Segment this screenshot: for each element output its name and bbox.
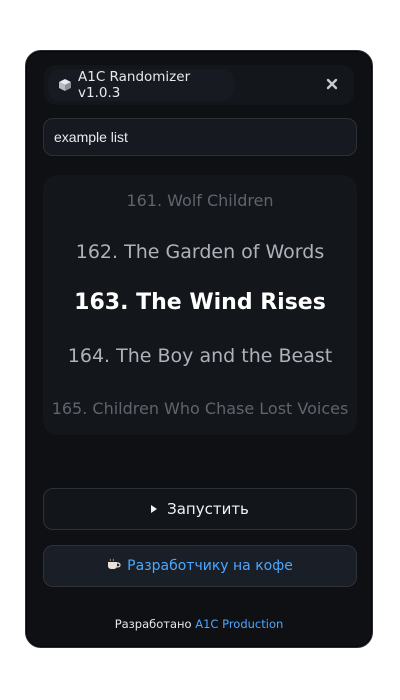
title-bar: A1C Randomizer v1.0.3	[44, 65, 354, 105]
result-wheel: 161. Wolf Children 162. The Garden of Wo…	[43, 175, 357, 435]
footer-prefix: Разработано	[114, 617, 192, 631]
close-icon	[326, 75, 338, 94]
cube-icon	[58, 78, 72, 92]
randomizer-window: A1C Randomizer v1.0.3 161. Wolf Children…	[25, 50, 373, 648]
run-button[interactable]: Запустить	[43, 488, 357, 530]
run-button-label: Запустить	[167, 500, 249, 518]
window-title: A1C Randomizer v1.0.3	[78, 69, 191, 101]
list-name-input[interactable]	[43, 118, 357, 156]
close-button[interactable]	[324, 76, 340, 92]
wheel-item-previous: 162. The Garden of Words	[75, 241, 325, 263]
buy-coffee-button[interactable]: Разработчику на кофе	[43, 545, 357, 587]
footer-credit: Разработано A1C Production	[26, 617, 372, 631]
title-pill: A1C Randomizer v1.0.3	[48, 69, 234, 101]
wheel-item-next: 164. The Boy and the Beast	[67, 345, 333, 367]
coffee-icon	[107, 558, 121, 574]
play-icon	[151, 505, 158, 513]
buy-coffee-label: Разработчику на кофе	[127, 558, 293, 574]
wheel-item-far-previous: 161. Wolf Children	[126, 191, 274, 210]
footer-link[interactable]: A1C Production	[195, 617, 283, 631]
wheel-item-far-next: 165. Children Who Chase Lost Voices	[51, 399, 349, 418]
wheel-item-selected: 163. The Wind Rises	[74, 290, 326, 315]
